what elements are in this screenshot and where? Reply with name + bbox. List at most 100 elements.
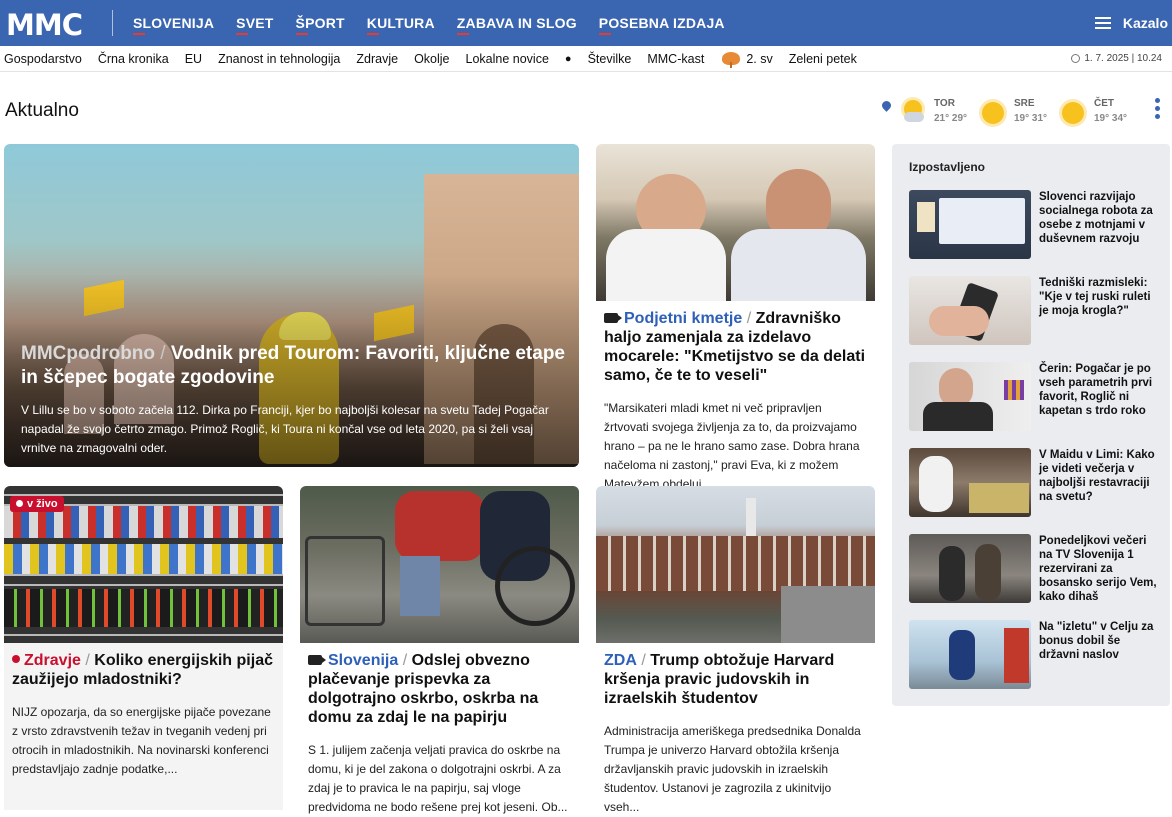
weather-day: ČET 19° 34° (1062, 96, 1152, 130)
subnav-item[interactable]: MMC-kast (639, 52, 712, 66)
article-card[interactable]: v živo Zdravje / Koliko energijskih pija… (4, 486, 283, 810)
subnav-item[interactable]: Številke (580, 52, 640, 66)
article-kicker: Podjetni kmetje (624, 310, 743, 327)
weather-temps: 19° 31° (1014, 113, 1048, 124)
sidebar-item-title: Na "izletu" v Celju za bonus dobil še dr… (1039, 621, 1154, 661)
hero-kicker: MMCpodrobno (21, 343, 156, 364)
hero-summary: V Lillu se bo v soboto začela 112. Dirka… (21, 403, 549, 455)
weather-day: TOR 21° 29° (902, 96, 992, 130)
nav-slovenija[interactable]: SLOVENIJA (122, 0, 225, 46)
nav-label: SLOVENIJA (133, 15, 215, 31)
sidebar-item-title: Slovenci razvijajo socialnega robota za … (1039, 191, 1153, 245)
nav-posebna-izdaja[interactable]: POSEBNA IZDAJA (588, 0, 736, 46)
nav-sport[interactable]: ŠPORT (285, 0, 356, 46)
subnav-item[interactable]: Okolje (406, 52, 457, 66)
article-kicker: Slovenija (328, 652, 399, 669)
subnav-item[interactable]: EU (177, 52, 210, 66)
cloud-icon (904, 112, 924, 122)
article-summary: "Marsikateri mladi kmet ni več pripravlj… (604, 401, 860, 491)
article-text: Zdravje / Koliko energijskih pijač zauži… (4, 643, 283, 810)
sidebar-thumbnail (909, 448, 1031, 517)
sidebar-item[interactable]: Čerin: Pogačar je po vseh parametrih prv… (909, 362, 1164, 432)
subnav-item[interactable]: Črna kronika (90, 52, 177, 66)
live-dot-icon (12, 655, 20, 663)
sidebar-thumbnail (909, 534, 1031, 603)
subnav-item[interactable]: Lokalne novice (458, 52, 557, 66)
street-image-part (781, 586, 875, 643)
article-title[interactable]: Zdravje / Koliko energijskih pijač zauži… (4, 643, 283, 689)
slash-separator: / (742, 310, 756, 327)
top-bar: MMC SLOVENIJA SVET ŠPORT KULTURA ZABAVA … (0, 0, 1172, 46)
sidebar-item[interactable]: Tedniški razmisleki: "Kje v tej ruski ru… (909, 276, 1164, 346)
date-time-text: 1. 7. 2025 | 10.24 (1084, 53, 1162, 64)
subnav-item[interactable]: Zeleni petek (781, 52, 865, 66)
sidebar-thumbnail (909, 362, 1031, 431)
nav-underline (295, 33, 308, 35)
subnav-item[interactable]: Znanost in tehnologija (210, 52, 348, 66)
person-image-part (975, 544, 1001, 601)
article-title[interactable]: Podjetni kmetje / Zdravniško haljo zamen… (596, 301, 875, 385)
main-nav: SLOVENIJA SVET ŠPORT KULTURA ZABAVA IN S… (122, 0, 736, 46)
chef-image-part (919, 456, 953, 512)
nav-zabava[interactable]: ZABAVA IN SLOG (446, 0, 588, 46)
nav-underline (366, 33, 379, 35)
subnav-item[interactable]: Gospodarstvo (0, 52, 90, 66)
screen-image-part (939, 198, 1025, 244)
nav-label: ŠPORT (295, 15, 345, 31)
article-kicker: ZDA (604, 652, 637, 669)
sidebar-item-title: Čerin: Pogačar je po vseh parametrih prv… (1039, 363, 1153, 417)
hero-article[interactable]: MMCpodrobno / Vodnik pred Tourom: Favori… (4, 144, 579, 467)
shelf-image-part (4, 544, 283, 574)
sidebar-item-title: Tedniški razmisleki: "Kje v tej ruski ru… (1039, 277, 1151, 317)
article-card[interactable]: Podjetni kmetje / Zdravniško haljo zamen… (596, 144, 875, 491)
nav-underline (456, 33, 469, 35)
slash-separator: / (398, 652, 412, 669)
article-kicker: Zdravje (24, 652, 81, 669)
nav-svet[interactable]: SVET (225, 0, 284, 46)
slash-separator: / (636, 652, 651, 669)
more-options-icon[interactable] (1155, 98, 1160, 120)
article-title[interactable]: Slovenija / Odslej obvezno plačevanje pr… (300, 643, 579, 727)
live-dot-icon (16, 500, 23, 507)
nav-label: POSEBNA IZDAJA (598, 15, 725, 31)
article-image (596, 144, 875, 301)
person-image-part (923, 402, 993, 431)
section-title: Aktualno (5, 100, 79, 121)
nav-underline (598, 33, 611, 35)
article-image: v živo (4, 486, 283, 643)
video-camera-icon (308, 655, 326, 665)
nav-kultura[interactable]: KULTURA (356, 0, 446, 46)
menu-button[interactable]: Kazalo (1094, 0, 1168, 46)
sub-nav: Gospodarstvo Črna kronika EU Znanost in … (0, 46, 1172, 72)
sidebar-title: Izpostavljeno (909, 160, 986, 174)
sun-icon (1062, 102, 1084, 124)
subnav-item[interactable]: Zdravje (348, 52, 406, 66)
slash-separator: / (155, 343, 171, 364)
subnav-item[interactable]: 2. sv (746, 52, 780, 66)
shelf-image-part (4, 589, 283, 627)
sidebar-item[interactable]: Ponedeljkovi večeri na TV Slovenija 1 re… (909, 534, 1164, 604)
building-image-part (596, 536, 875, 591)
sidebar-item[interactable]: V Maidu v Limi: Kako je videti večerja v… (909, 448, 1164, 518)
screen-image-part (917, 202, 935, 232)
sun-icon (982, 102, 1004, 124)
weather-day-name: SRE (1014, 98, 1035, 109)
article-card[interactable]: Slovenija / Odslej obvezno plačevanje pr… (300, 486, 579, 816)
sidebar-item-title: Ponedeljkovi večeri na TV Slovenija 1 re… (1039, 535, 1157, 603)
article-card[interactable]: ZDA / Trump obtožuje Harvard kršenja pra… (596, 486, 875, 816)
menu-label: Kazalo (1122, 15, 1168, 31)
live-badge: v živo (10, 496, 64, 512)
table-image-part (969, 483, 1029, 513)
sidebar-item[interactable]: Na "izletu" v Celju za bonus dobil še dr… (909, 620, 1164, 690)
nav-underline (236, 33, 249, 35)
article-summary: NIJZ opozarja, da so energijske pijače p… (12, 705, 271, 776)
article-text: Slovenija / Odslej obvezno plačevanje pr… (300, 643, 579, 817)
site-logo[interactable]: MMC (6, 8, 83, 42)
date-time: 1. 7. 2025 | 10.24 (1071, 53, 1162, 64)
sidebar-thumbnail (909, 620, 1031, 689)
sidebar-item[interactable]: Slovenci razvijajo socialnega robota za … (909, 190, 1164, 260)
featured-sidebar: Izpostavljeno Slovenci razvijajo socialn… (892, 144, 1170, 706)
hero-title[interactable]: MMCpodrobno / Vodnik pred Tourom: Favori… (21, 342, 571, 390)
nav-underline (133, 33, 145, 35)
article-title[interactable]: ZDA / Trump obtožuje Harvard kršenja pra… (596, 643, 875, 708)
